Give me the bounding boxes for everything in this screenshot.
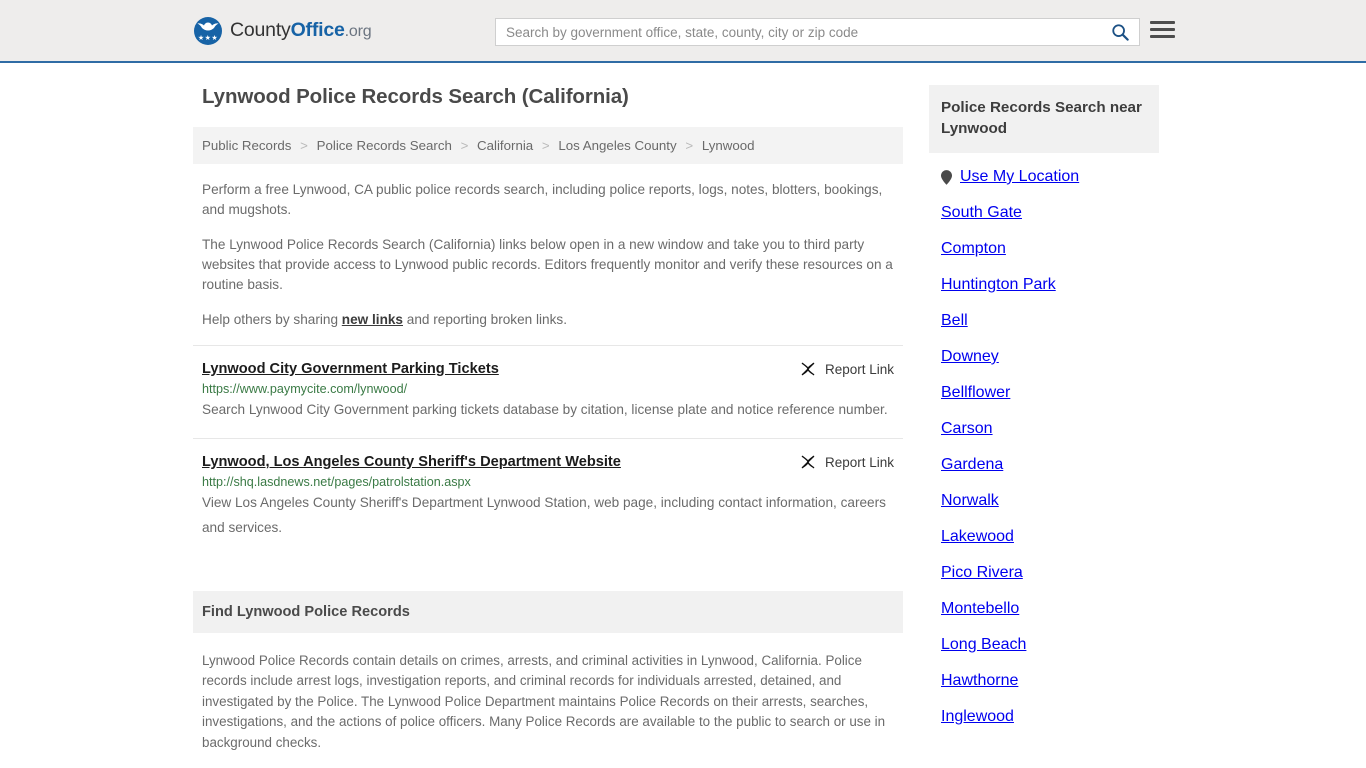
report-link-label: Report Link [824, 454, 894, 470]
search-input[interactable] [496, 19, 1101, 45]
result-title-link[interactable]: Lynwood, Los Angeles County Sheriff's De… [202, 453, 621, 471]
page-body: Lynwood Police Records Search (Californi… [0, 63, 1366, 768]
sidebar-item-gardena[interactable]: Gardena [929, 441, 1159, 477]
sidebar-item-huntington-park[interactable]: Huntington Park [929, 261, 1159, 297]
sidebar-item-south-gate[interactable]: South Gate [929, 189, 1159, 225]
site-header: ★★★ CountyOffice.org [0, 0, 1366, 63]
intro-p3-after: and reporting broken links. [403, 312, 567, 327]
hamburger-bar [1150, 35, 1175, 38]
sidebar-item-pico-rivera[interactable]: Pico Rivera [929, 549, 1159, 585]
breadcrumb-separator: > [460, 138, 469, 153]
search-bar[interactable] [495, 18, 1140, 46]
find-records-body: Lynwood Police Records contain details o… [193, 651, 903, 768]
sidebar-link-label[interactable]: Long Beach [941, 633, 1026, 657]
sidebar-item-hawthorne[interactable]: Hawthorne [929, 657, 1159, 693]
result-entry: Lynwood City Government Parking Tickets … [193, 345, 903, 438]
breadcrumb-item-police-records-search[interactable]: Police Records Search [317, 138, 452, 153]
hamburger-bar [1150, 28, 1175, 31]
result-entry: Lynwood, Los Angeles County Sheriff's De… [193, 438, 903, 556]
hamburger-bar [1150, 21, 1175, 24]
sidebar-item-long-beach[interactable]: Long Beach [929, 621, 1159, 657]
site-logo-link[interactable]: ★★★ CountyOffice.org [194, 16, 372, 45]
sidebar: Police Records Search near Lynwood Use M… [929, 85, 1159, 729]
result-entry-header: Lynwood, Los Angeles County Sheriff's De… [202, 453, 894, 471]
result-description: Search Lynwood City Government parking t… [202, 402, 888, 417]
sidebar-heading: Police Records Search near Lynwood [929, 85, 1159, 153]
result-url[interactable]: https://www.paymycite.com/lynwood/ [202, 382, 894, 396]
result-entry-header: Lynwood City Government Parking Tickets … [202, 360, 894, 378]
sidebar-link-label[interactable]: South Gate [941, 201, 1022, 225]
intro-paragraph-3: Help others by sharing new links and rep… [202, 310, 903, 330]
map-pin-icon [941, 169, 952, 185]
brand-part-office: Office [290, 19, 345, 41]
content-container: Lynwood Police Records Search (Californi… [193, 63, 1173, 768]
sidebar-link-label[interactable]: Inglewood [941, 705, 1014, 729]
breadcrumb-separator: > [685, 138, 694, 153]
new-links-link[interactable]: new links [342, 312, 403, 327]
eagle-seal-logo-icon: ★★★ [194, 16, 222, 45]
broken-link-icon [801, 362, 815, 376]
report-link-button[interactable]: Report Link [800, 453, 894, 470]
result-url[interactable]: http://shq.lasdnews.net/pages/patrolstat… [202, 475, 894, 489]
broken-link-icon [801, 455, 815, 469]
breadcrumb-item-public-records[interactable]: Public Records [202, 138, 291, 153]
sidebar-item-montebello[interactable]: Montebello [929, 585, 1159, 621]
sidebar-item-carson[interactable]: Carson [929, 405, 1159, 441]
sidebar-link-label[interactable]: Bell [941, 309, 968, 333]
find-records-paragraph: Lynwood Police Records contain details o… [202, 653, 886, 750]
sidebar-item-compton[interactable]: Compton [929, 225, 1159, 261]
sidebar-item-norwalk[interactable]: Norwalk [929, 477, 1159, 513]
sidebar-link-label[interactable]: Downey [941, 345, 999, 369]
breadcrumb-item-lynwood[interactable]: Lynwood [702, 138, 755, 153]
main-column: Lynwood Police Records Search (Californi… [193, 85, 903, 768]
sidebar-item-use-my-location[interactable]: Use My Location [929, 153, 1159, 189]
report-link-label: Report Link [824, 361, 894, 377]
sidebar-link-label[interactable]: Lakewood [941, 525, 1014, 549]
breadcrumb-item-los-angeles-county[interactable]: Los Angeles County [558, 138, 676, 153]
intro-paragraph-2: The Lynwood Police Records Search (Calif… [202, 237, 893, 292]
sidebar-link-label[interactable]: Use My Location [960, 165, 1079, 189]
result-title-link[interactable]: Lynwood City Government Parking Tickets [202, 360, 499, 378]
find-records-heading: Find Lynwood Police Records [193, 591, 903, 633]
stars-icon: ★★★ [197, 34, 219, 42]
sidebar-item-bellflower[interactable]: Bellflower [929, 369, 1159, 405]
search-icon [1112, 24, 1129, 41]
report-link-button[interactable]: Report Link [800, 360, 894, 377]
breadcrumb-item-california[interactable]: California [477, 138, 533, 153]
hamburger-menu-icon[interactable] [1150, 21, 1175, 38]
sidebar-link-label[interactable]: Montebello [941, 597, 1019, 621]
sidebar-link-label[interactable]: Compton [941, 237, 1006, 261]
sidebar-link-label[interactable]: Carson [941, 417, 993, 441]
breadcrumb-separator: > [300, 138, 308, 153]
sidebar-link-label[interactable]: Gardena [941, 453, 1003, 477]
eagle-icon [197, 22, 219, 30]
search-button[interactable] [1101, 19, 1139, 45]
sidebar-item-inglewood[interactable]: Inglewood [929, 693, 1159, 729]
brand-part-org: .org [344, 23, 372, 40]
sidebar-link-label[interactable]: Huntington Park [941, 273, 1056, 297]
intro-paragraph-1: Perform a free Lynwood, CA public police… [202, 182, 883, 217]
result-description: View Los Angeles County Sheriff's Depart… [202, 495, 886, 535]
intro-p3-before: Help others by sharing [202, 312, 342, 327]
sidebar-link-label[interactable]: Hawthorne [941, 669, 1018, 693]
sidebar-link-label[interactable]: Pico Rivera [941, 561, 1023, 585]
breadcrumb-separator: > [541, 138, 550, 153]
brand-part-county: County [230, 19, 291, 41]
sidebar-item-bell[interactable]: Bell [929, 297, 1159, 333]
sidebar-link-label[interactable]: Bellflower [941, 381, 1010, 405]
sidebar-link-label[interactable]: Norwalk [941, 489, 999, 513]
intro-text: Perform a free Lynwood, CA public police… [193, 180, 903, 330]
breadcrumb: Public Records > Police Records Search >… [193, 127, 903, 164]
sidebar-item-lakewood[interactable]: Lakewood [929, 513, 1159, 549]
page-title: Lynwood Police Records Search (Californi… [202, 85, 629, 108]
sidebar-item-downey[interactable]: Downey [929, 333, 1159, 369]
brand-wordmark: CountyOffice.org [230, 19, 372, 42]
